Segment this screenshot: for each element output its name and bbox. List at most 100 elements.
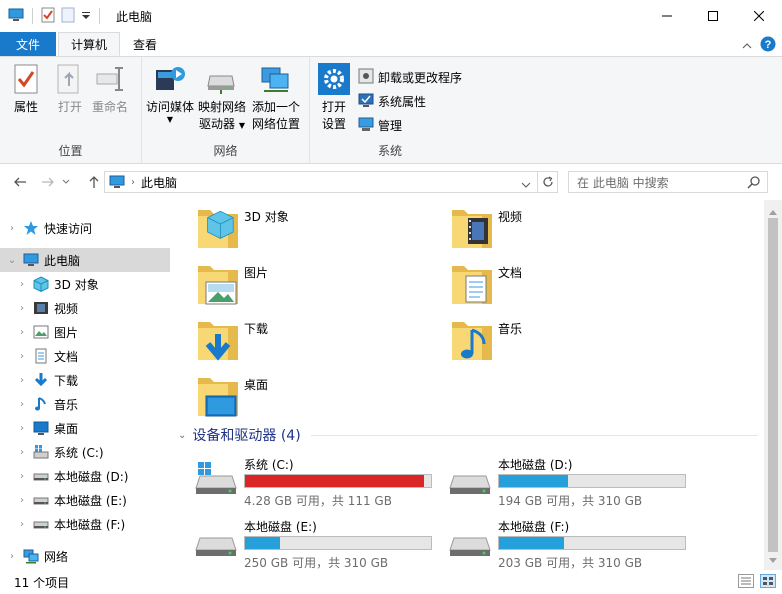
refresh-button[interactable] (538, 171, 558, 193)
scrollbar-thumb[interactable] (768, 218, 778, 552)
nav-item[interactable]: › 系统 (C:) (0, 440, 170, 464)
expand-chevron-icon[interactable]: › (16, 303, 28, 314)
group-label-system: 系统 (377, 144, 402, 158)
nav-item-quick-access[interactable]: › 快速访问 (0, 216, 170, 240)
properties-qat-icon[interactable] (41, 7, 55, 26)
map-drive-label-1: 映射网络 (198, 100, 247, 114)
address-bar[interactable]: › 此电脑 (104, 171, 538, 193)
maximize-button[interactable] (690, 0, 736, 32)
breadcrumb-this-pc[interactable]: 此电脑 (141, 174, 177, 191)
up-button[interactable] (84, 173, 104, 191)
folder-item[interactable]: 文档 (426, 258, 666, 310)
folder-item[interactable]: 图片 (172, 258, 412, 310)
large-icons-view-icon[interactable] (760, 574, 776, 591)
nav-label: 桌面 (54, 421, 79, 436)
expand-chevron-icon[interactable]: › (16, 495, 28, 506)
vertical-scrollbar[interactable] (764, 200, 782, 570)
drive-usage-bar (498, 474, 686, 488)
navigation-pane: › 快速访问 ⌄ 此电脑 › 3D 对象 › 视频 › 图片 › 文档 › 下载 › 音乐 › 桌面 › 系统… (0, 200, 170, 570)
map-network-drive-button[interactable]: 映射网络 驱动器 ▼ (198, 63, 246, 134)
nav-label: 下载 (54, 373, 79, 388)
expand-chevron-icon[interactable]: › (16, 375, 28, 386)
scroll-up-arrow-icon[interactable] (769, 204, 777, 218)
status-bar: 11 个项目 (0, 570, 782, 594)
folder-item[interactable]: 音乐 (426, 314, 666, 366)
collapse-chevron-icon[interactable]: ⌄ (6, 255, 18, 266)
access-media-button[interactable]: 访问媒体 ▼ (146, 63, 194, 124)
folder-item[interactable]: 3D 对象 (172, 202, 412, 254)
nav-item[interactable]: › 图片 (0, 320, 170, 344)
close-button[interactable] (736, 0, 782, 32)
address-toolbar: › 此电脑 在 此电脑 中搜索 (0, 164, 782, 200)
search-box[interactable]: 在 此电脑 中搜索 (568, 171, 768, 193)
open-settings-button[interactable]: 打开 设置 (318, 63, 350, 133)
drive-usage-fill (245, 475, 424, 487)
forward-button[interactable] (38, 173, 58, 191)
new-folder-qat-icon[interactable] (61, 7, 75, 26)
minimize-button[interactable] (644, 0, 690, 32)
expand-chevron-icon[interactable]: › (16, 351, 28, 362)
folder-item[interactable]: 下载 (172, 314, 412, 366)
expand-chevron-icon[interactable]: › (16, 423, 28, 434)
properties-button[interactable]: 属性 (10, 63, 42, 116)
nav-item[interactable]: › 桌面 (0, 416, 170, 440)
this-pc-icon (8, 8, 24, 25)
tab-view[interactable]: 查看 (120, 32, 170, 56)
address-dropdown-icon[interactable] (521, 178, 531, 192)
scroll-down-arrow-icon[interactable] (769, 552, 777, 566)
uninstall-label: 卸载或更改程序 (378, 70, 463, 85)
tab-file[interactable]: 文件 (0, 32, 56, 56)
open-button[interactable]: 打开 (54, 63, 86, 116)
expand-chevron-icon[interactable]: › (16, 399, 28, 410)
3d-objects-icon (32, 276, 50, 292)
nav-item[interactable]: › 文档 (0, 344, 170, 368)
nav-item-network[interactable]: › 网络 (0, 544, 170, 568)
expand-chevron-icon[interactable]: › (16, 447, 28, 458)
expand-chevron-icon[interactable]: › (6, 551, 18, 562)
expand-chevron-icon[interactable]: › (16, 327, 28, 338)
drive-item[interactable]: 本地磁盘 (E:) 250 GB 可用，共 310 GB (172, 514, 432, 570)
nav-item[interactable]: › 视频 (0, 296, 170, 320)
nav-item[interactable]: › 下载 (0, 368, 170, 392)
manage-button[interactable]: 管理 (358, 115, 402, 135)
properties-icon (10, 63, 42, 95)
nav-item[interactable]: › 音乐 (0, 392, 170, 416)
drive-item[interactable]: 系统 (C:) 4.28 GB 可用，共 111 GB (172, 452, 432, 508)
folder-item[interactable]: 视频 (426, 202, 666, 254)
breadcrumb-chevron-icon[interactable]: › (131, 177, 135, 188)
nav-item[interactable]: › 3D 对象 (0, 272, 170, 296)
devices-section-header[interactable]: ⌄ 设备和驱动器 (4) (178, 425, 758, 445)
videos-icon (32, 300, 50, 316)
drive-item[interactable]: 本地磁盘 (F:) 203 GB 可用，共 310 GB (426, 514, 686, 570)
this-pc-icon (22, 252, 40, 268)
back-button[interactable] (10, 173, 30, 191)
folder-name: 文档 (498, 266, 523, 280)
collapse-ribbon-icon[interactable] (742, 39, 752, 53)
folder-name: 桌面 (244, 378, 269, 392)
ribbon-group-location: 属性 打开 重命名 位置 (0, 57, 142, 163)
collapse-chevron-icon[interactable]: ⌄ (178, 430, 186, 441)
nav-item[interactable]: › 本地磁盘 (E:) (0, 488, 170, 512)
uninstall-program-button[interactable]: 卸载或更改程序 (358, 67, 462, 87)
svg-text:?: ? (765, 39, 772, 51)
expand-chevron-icon[interactable]: › (16, 279, 28, 290)
nav-item-this-pc[interactable]: ⌄ 此电脑 (0, 248, 170, 272)
expand-chevron-icon[interactable]: › (16, 471, 28, 482)
drive-item[interactable]: 本地磁盘 (D:) 194 GB 可用，共 310 GB (426, 452, 686, 508)
nav-item[interactable]: › 本地磁盘 (D:) (0, 464, 170, 488)
tab-computer[interactable]: 计算机 (58, 32, 121, 56)
dropdown-arrow-icon: ▼ (166, 115, 174, 124)
drive-usage-fill (499, 475, 568, 487)
nav-item[interactable]: › 本地磁盘 (F:) (0, 512, 170, 536)
recent-locations-button[interactable] (60, 173, 72, 191)
customize-qat-icon[interactable] (81, 9, 91, 23)
system-properties-button[interactable]: 系统属性 (358, 91, 426, 111)
expand-chevron-icon[interactable]: › (16, 519, 28, 530)
details-view-icon[interactable] (738, 574, 754, 591)
folder-item[interactable]: 桌面 (172, 370, 412, 422)
add-network-location-button[interactable]: 添加一个 网络位置 (252, 63, 300, 133)
settings-gear-icon (318, 63, 350, 95)
help-icon[interactable]: ? (760, 36, 776, 55)
expand-chevron-icon[interactable]: › (6, 223, 18, 234)
rename-button[interactable]: 重命名 (92, 63, 128, 116)
